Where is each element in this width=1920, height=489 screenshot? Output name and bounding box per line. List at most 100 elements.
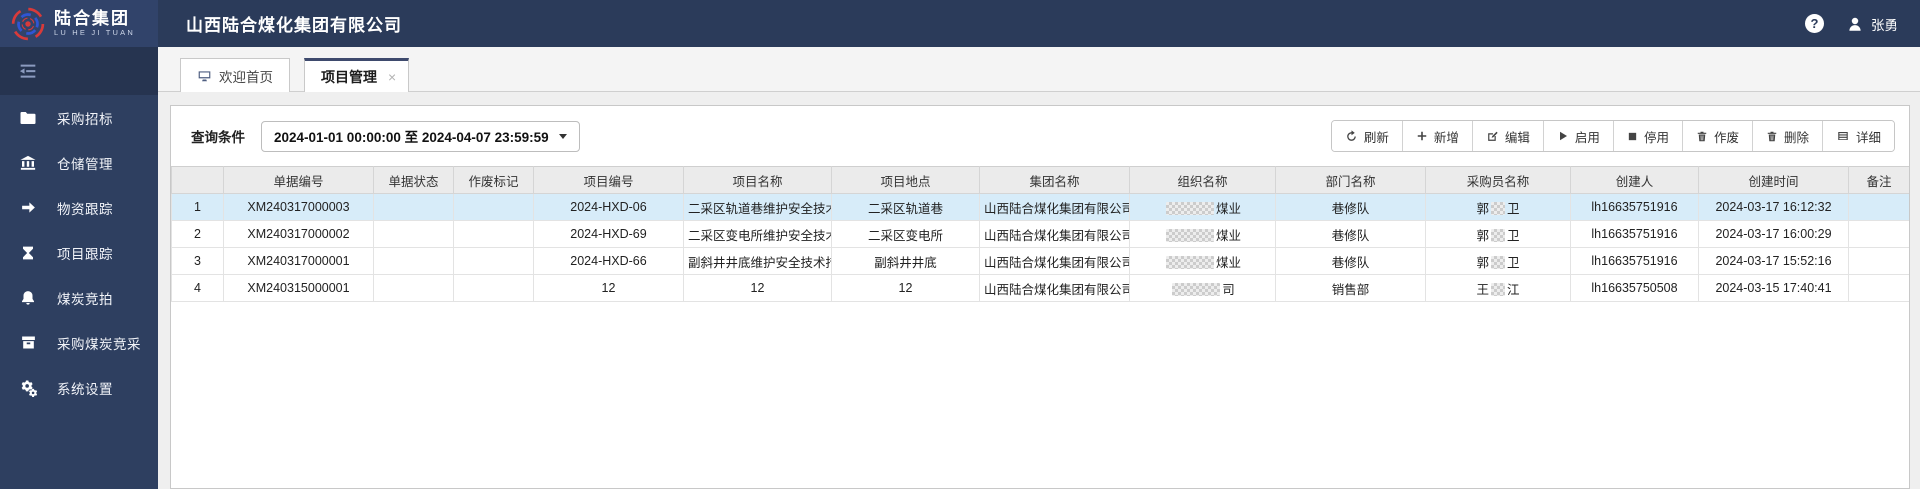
- table-cell: 2024-03-17 16:12:32: [1698, 193, 1849, 221]
- query-toolbar: 查询条件 2024-01-01 00:00:00 至 2024-04-07 23…: [171, 106, 1909, 166]
- button-label: 删除: [1783, 130, 1809, 145]
- button-label: 作废: [1713, 130, 1739, 145]
- redacted-text: [1165, 201, 1214, 215]
- sidebar-item-coal-procurement[interactable]: 采购煤炭竞采: [0, 320, 158, 365]
- sidebar-item-project-tracking[interactable]: 项目跟踪: [0, 230, 158, 275]
- enable-button[interactable]: 启用: [1542, 121, 1613, 151]
- folder-icon: [18, 108, 38, 128]
- table-cell: 12: [831, 274, 980, 302]
- column-header[interactable]: 创建人: [1570, 166, 1699, 194]
- column-header[interactable]: 创建时间: [1698, 166, 1849, 194]
- table-cell: 郭卫: [1425, 247, 1571, 275]
- table-cell: 二采区轨道巷: [831, 193, 980, 221]
- delete-button[interactable]: 删除: [1751, 121, 1822, 151]
- table-cell: 巷修队: [1275, 247, 1426, 275]
- bell-icon: [18, 288, 38, 308]
- refresh-icon: [1345, 129, 1358, 143]
- disable-button[interactable]: 停用: [1612, 121, 1682, 151]
- column-header[interactable]: 组织名称: [1129, 166, 1276, 194]
- column-header[interactable]: 项目编号: [533, 166, 684, 194]
- application-window: 陆合集团 LU HE JI TUAN 山西陆合煤化集团有限公司 ? 张勇 采购招…: [0, 0, 1920, 489]
- top-header: 陆合集团 LU HE JI TUAN 山西陆合煤化集团有限公司 ? 张勇: [0, 0, 1920, 47]
- column-header[interactable]: 项目地点: [831, 166, 980, 194]
- sidebar-item-purchase-bidding[interactable]: 采购招标: [0, 95, 158, 140]
- table-row[interactable]: 3 XM240317000001 2024-HXD-66 副斜井井底维护安全技术措 副斜…: [171, 247, 1909, 275]
- trash-icon: [1696, 130, 1708, 143]
- tab-project-management[interactable]: 项目管理 ×: [304, 58, 410, 92]
- table-row[interactable]: 4 XM240315000001 12 12 12 山西陆合煤化集团有限公司司销售部王江 l…: [171, 274, 1909, 302]
- close-icon[interactable]: ×: [388, 69, 396, 85]
- table-cell: [373, 247, 454, 275]
- column-header[interactable]: 集团名称: [979, 166, 1130, 194]
- table-cell: 二采区变电所维护安全技术: [683, 220, 832, 248]
- table-cell: 12: [683, 274, 832, 302]
- trash-icon: [1766, 130, 1778, 143]
- table-cell: 巷修队: [1275, 220, 1426, 248]
- table-cell: 山西陆合煤化集团有限公司: [979, 193, 1130, 221]
- redacted-text: [1491, 201, 1505, 215]
- table-cell: [373, 220, 454, 248]
- table-cell: [453, 274, 534, 302]
- sidebar-item-materials-tracking[interactable]: 物资跟踪: [0, 185, 158, 230]
- projects-table: 单据编号 单据状态 作废标记 项目编号 项目名称 项目地点 集团名称 组织名称 部门名称 采购员名…: [171, 166, 1909, 302]
- company-logo-icon: [10, 6, 46, 42]
- table-cell: 2024-03-15 17:40:41: [1698, 274, 1849, 302]
- button-label: 新增: [1433, 130, 1459, 145]
- sidebar-item-system-settings[interactable]: 系统设置: [0, 365, 158, 410]
- refresh-button[interactable]: 刷新: [1331, 121, 1402, 151]
- table-cell: 12: [533, 274, 684, 302]
- date-range-dropdown[interactable]: 2024-01-01 00:00:00 至 2024-04-07 23:59:5…: [261, 120, 580, 152]
- column-header[interactable]: 采购员名称: [1425, 166, 1571, 194]
- date-range-value: 2024-01-01 00:00:00 至 2024-04-07 23:59:5…: [274, 130, 549, 145]
- tab-welcome-home[interactable]: 欢迎首页: [180, 58, 290, 92]
- sidebar-menu: 采购招标 仓储管理物资跟踪项目跟踪 煤炭竞拍采购煤炭竞采系统设置: [0, 95, 158, 410]
- user-menu[interactable]: 张勇: [1846, 14, 1898, 34]
- column-header[interactable]: 部门名称: [1275, 166, 1426, 194]
- table-header-row: 单据编号 单据状态 作废标记 项目编号 项目名称 项目地点 集团名称 组织名称 部门名称 采购员名…: [171, 166, 1909, 194]
- redacted-text: [1165, 228, 1214, 242]
- column-header[interactable]: [171, 166, 224, 194]
- collapse-menu-icon[interactable]: [17, 60, 39, 82]
- column-header[interactable]: 单据状态: [373, 166, 454, 194]
- table-row[interactable]: 2 XM240317000002 2024-HXD-69 二采区变电所维护安全技术 二采…: [171, 220, 1909, 248]
- column-header[interactable]: 作废标记: [453, 166, 534, 194]
- table-cell: 4: [171, 274, 224, 302]
- void-button[interactable]: 作废: [1681, 121, 1752, 151]
- column-header[interactable]: 单据编号: [223, 166, 374, 194]
- table-cell: 2024-03-17 16:00:29: [1698, 220, 1849, 248]
- table-cell: 销售部: [1275, 274, 1426, 302]
- sidebar: 采购招标 仓储管理物资跟踪项目跟踪 煤炭竞拍采购煤炭竞采系统设置: [0, 47, 158, 489]
- header-actions: ? 张勇: [1805, 14, 1920, 34]
- sidebar-item-label: 采购煤炭竞采: [57, 336, 141, 352]
- table-cell: [453, 247, 534, 275]
- sidebar-item-label: 物资跟踪: [57, 201, 113, 217]
- table-cell: 煤业: [1129, 220, 1276, 248]
- logo-subtitle: LU HE JI TUAN: [54, 28, 135, 38]
- table-row[interactable]: 1 XM240317000003 2024-HXD-06 二采区轨道巷维护安全技术 二采…: [171, 193, 1909, 221]
- redacted-text: [1172, 282, 1221, 296]
- table-cell: 副斜井井底维护安全技术措: [683, 247, 832, 275]
- page-title: 山西陆合煤化集团有限公司: [186, 16, 402, 35]
- redacted-text: [1491, 228, 1505, 242]
- table-cell: 煤业: [1129, 247, 1276, 275]
- table-cell: [453, 220, 534, 248]
- table-cell: XM240317000003: [223, 193, 374, 221]
- sidebar-item-coal-auction[interactable]: 煤炭竞拍: [0, 275, 158, 320]
- column-header[interactable]: 备注: [1848, 166, 1909, 194]
- sidebar-item-warehouse-mgmt[interactable]: 仓储管理: [0, 140, 158, 185]
- column-header[interactable]: 项目名称: [683, 166, 832, 194]
- add-button[interactable]: 新增: [1401, 121, 1472, 151]
- help-icon[interactable]: ?: [1805, 14, 1824, 33]
- table-cell: 山西陆合煤化集团有限公司: [979, 247, 1130, 275]
- table-cell: 王江: [1425, 274, 1571, 302]
- table-cell: 2024-HXD-66: [533, 247, 684, 275]
- button-label: 刷新: [1363, 130, 1389, 145]
- redacted-text: [1165, 255, 1214, 269]
- redacted-text: [1491, 255, 1505, 269]
- detail-button[interactable]: 详细: [1821, 121, 1894, 151]
- grid-toolbar: 刷新 新增 编辑 启用 停用 作废 删除 详细: [1330, 120, 1895, 152]
- caret-down-icon: [558, 133, 567, 139]
- edit-button[interactable]: 编辑: [1471, 121, 1543, 151]
- table-cell: XM240315000001: [223, 274, 374, 302]
- hourglass-icon: [18, 243, 38, 263]
